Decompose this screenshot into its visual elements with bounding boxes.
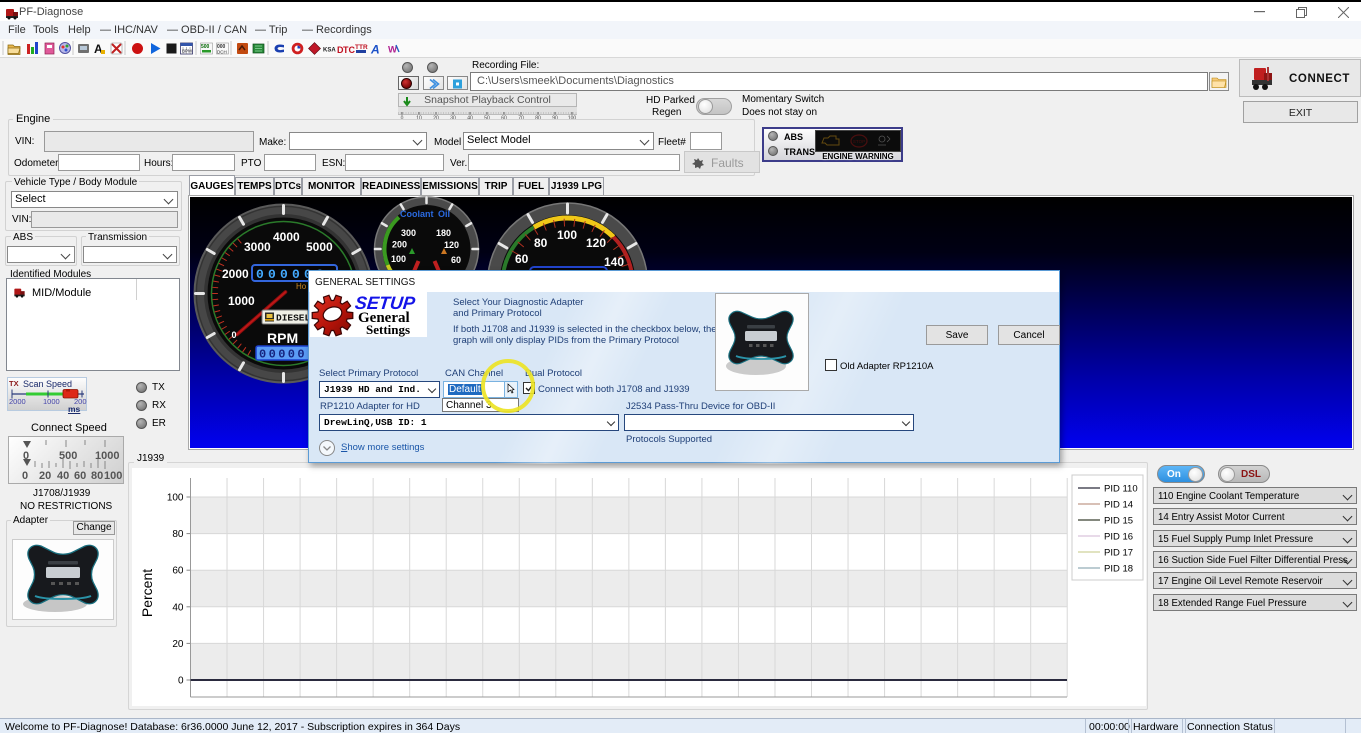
svg-text:W: W bbox=[388, 45, 397, 56]
svg-text:0: 0 bbox=[22, 470, 28, 482]
svg-text:TC: TC bbox=[343, 45, 355, 55]
svg-text:100: 100 bbox=[167, 493, 184, 504]
svg-text:0: 0 bbox=[232, 330, 237, 340]
svg-text:0: 0 bbox=[178, 676, 184, 687]
svg-text:60: 60 bbox=[74, 470, 86, 482]
svg-text:BPM: BPM bbox=[182, 49, 192, 54]
svg-text:Percent: Percent bbox=[139, 569, 155, 617]
svg-text:STOP: STOP bbox=[853, 139, 865, 144]
svg-text:PID 17: PID 17 bbox=[1104, 548, 1133, 559]
svg-text:60: 60 bbox=[172, 566, 184, 577]
svg-text:PID 16: PID 16 bbox=[1104, 532, 1133, 543]
svg-text:2000: 2000 bbox=[222, 267, 249, 281]
svg-text:140: 140 bbox=[604, 255, 624, 269]
svg-text:80: 80 bbox=[172, 529, 184, 540]
svg-text:PID 110: PID 110 bbox=[1104, 484, 1138, 495]
svg-text:100: 100 bbox=[557, 228, 577, 242]
svg-text:1000: 1000 bbox=[228, 294, 255, 308]
svg-text:RPM: RPM bbox=[267, 330, 298, 346]
svg-text:60: 60 bbox=[451, 255, 461, 265]
svg-text:PID 15: PID 15 bbox=[1104, 516, 1133, 527]
svg-text:PID 18: PID 18 bbox=[1104, 564, 1133, 575]
svg-text:4000: 4000 bbox=[273, 230, 300, 244]
svg-text:00000: 00000 bbox=[259, 348, 307, 362]
svg-text:120: 120 bbox=[444, 240, 459, 250]
svg-text:1000: 1000 bbox=[95, 450, 119, 462]
svg-text:DCH: DCH bbox=[217, 50, 227, 55]
svg-text:20: 20 bbox=[39, 470, 51, 482]
svg-text:A: A bbox=[370, 43, 380, 57]
svg-text:200: 200 bbox=[392, 240, 407, 250]
svg-text:Ho: Ho bbox=[296, 282, 307, 291]
svg-text:500: 500 bbox=[201, 44, 210, 50]
svg-text:80: 80 bbox=[91, 470, 103, 482]
svg-text:180: 180 bbox=[436, 228, 451, 238]
svg-text:KSA: KSA bbox=[323, 48, 336, 54]
svg-text:PID 14: PID 14 bbox=[1104, 500, 1133, 511]
svg-text:100: 100 bbox=[391, 254, 406, 264]
svg-text:20: 20 bbox=[172, 639, 184, 650]
svg-text:60: 60 bbox=[515, 252, 529, 266]
svg-text:500: 500 bbox=[59, 450, 77, 462]
svg-text:40: 40 bbox=[172, 602, 184, 613]
svg-text:TTR: TTR bbox=[355, 44, 368, 51]
svg-text:100: 100 bbox=[104, 470, 122, 482]
svg-text:5000: 5000 bbox=[306, 240, 333, 254]
svg-text:40: 40 bbox=[57, 470, 69, 482]
svg-text:120: 120 bbox=[586, 236, 606, 250]
svg-text:3000: 3000 bbox=[244, 240, 271, 254]
svg-text:Coolant: Coolant bbox=[400, 209, 434, 219]
svg-text:Oil: Oil bbox=[438, 209, 450, 219]
svg-text:80: 80 bbox=[534, 236, 548, 250]
svg-text:DIESEL: DIESEL bbox=[276, 313, 311, 324]
svg-text:300: 300 bbox=[401, 228, 416, 238]
